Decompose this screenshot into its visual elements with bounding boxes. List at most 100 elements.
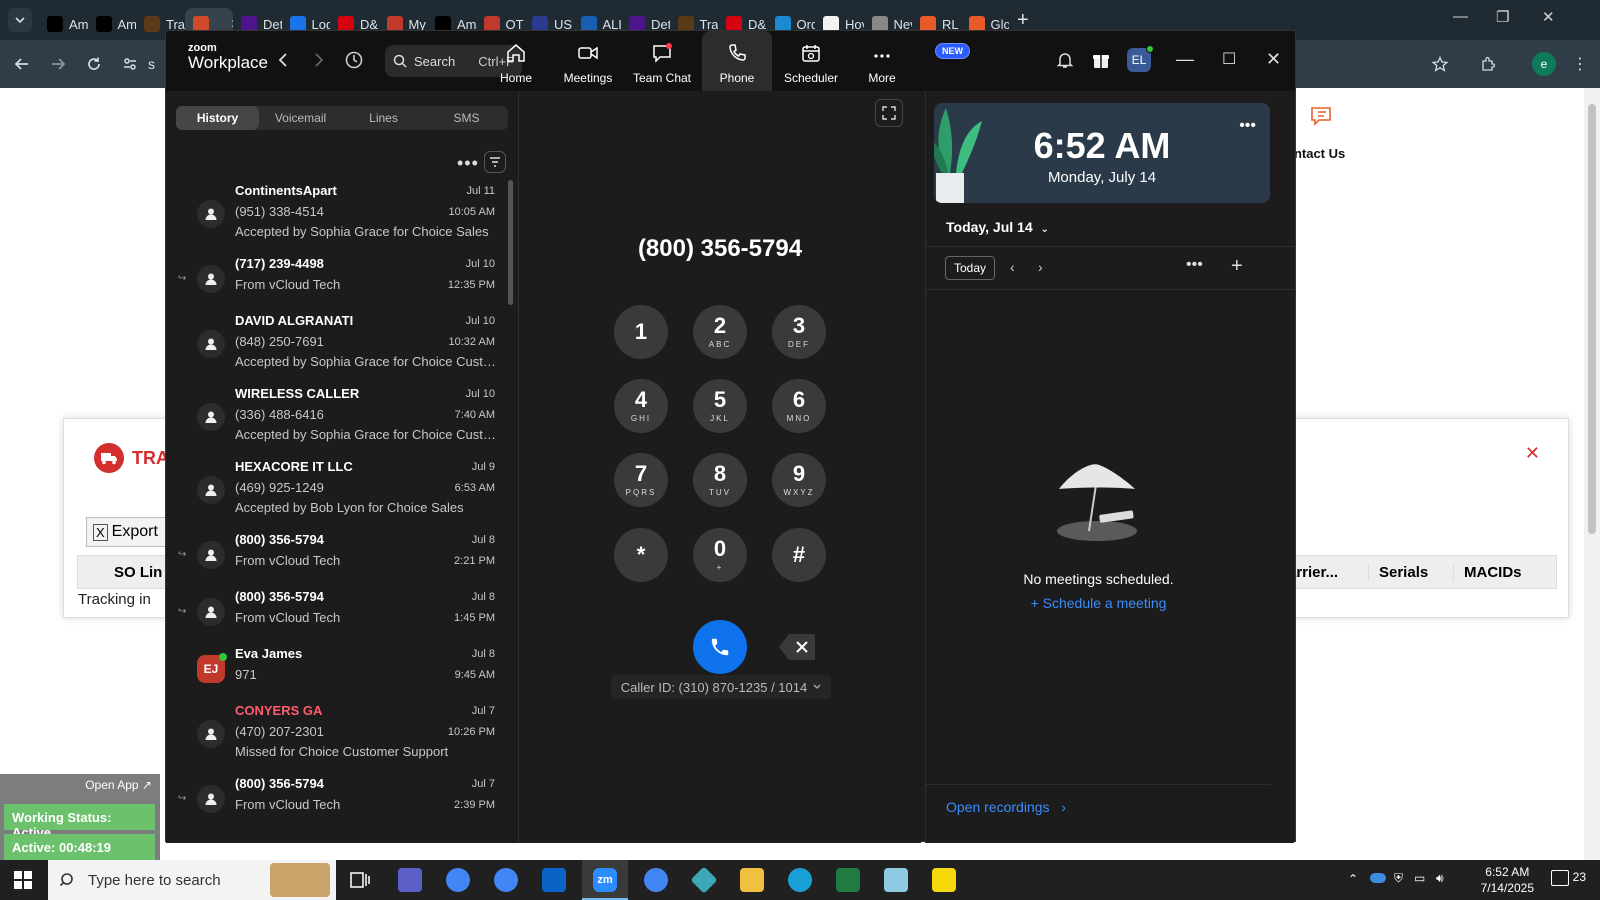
modal-close-icon[interactable]: ✕	[1525, 443, 1540, 464]
zoom-close-button[interactable]: ✕	[1266, 49, 1281, 70]
today-date-dropdown[interactable]: Today, Jul 14 ⌄	[946, 219, 1049, 235]
chrome-icon[interactable]	[446, 868, 470, 892]
bell-icon[interactable]	[1056, 51, 1074, 69]
export-button[interactable]: X Export	[86, 517, 171, 547]
call-history-item[interactable]: HEXACORE IT LLC Jul 9 (469) 925-1249 6:53 A…	[166, 459, 506, 532]
dial-key[interactable]: 6 MNO	[772, 379, 826, 433]
dial-key[interactable]: *	[614, 528, 668, 582]
page-scrollbar[interactable]	[1584, 88, 1600, 860]
backspace-button[interactable]	[777, 629, 817, 665]
browser-tab[interactable]: Am	[88, 8, 136, 40]
site-settings-icon[interactable]	[112, 46, 148, 82]
address-text[interactable]: s	[148, 56, 155, 72]
tab-lines[interactable]: Lines	[342, 106, 425, 130]
tab-history[interactable]: History	[176, 106, 259, 130]
call-history-item[interactable]: ↪ (800) 356-5794 Jul 8 From vCloud Tech 1:45…	[166, 589, 506, 646]
tab-voicemail[interactable]: Voicemail	[259, 106, 342, 130]
history-icon[interactable]	[344, 50, 364, 70]
gift-icon[interactable]	[1091, 50, 1111, 70]
windows-start-icon[interactable]	[14, 871, 32, 889]
extensions-icon[interactable]	[1470, 46, 1506, 82]
call-history-item[interactable]: ↪ (717) 239-4498 Jul 10 From vCloud Tech 12:…	[166, 256, 506, 313]
network-icon[interactable]: ▭	[1414, 871, 1425, 885]
browser-close-button[interactable]: ✕	[1542, 8, 1555, 26]
open-recordings-link[interactable]: Open recordings ›	[946, 799, 1066, 815]
dial-key[interactable]: 4 GHI	[614, 379, 668, 433]
outlook-icon[interactable]	[542, 868, 566, 892]
dial-key[interactable]: 8 TUV	[693, 453, 747, 507]
file-explorer-icon[interactable]	[740, 868, 764, 892]
dial-key[interactable]: 9 WXYZ	[772, 453, 826, 507]
today-button[interactable]: Today	[945, 256, 995, 280]
edge-icon[interactable]	[788, 868, 812, 892]
nav-phone[interactable]: Phone	[702, 31, 772, 91]
dial-key[interactable]: #	[772, 528, 826, 582]
call-history-item[interactable]: WIRELESS CALLER Jul 10 (336) 488-6416 7:40 …	[166, 386, 506, 459]
more-options-icon[interactable]: •••	[457, 153, 479, 174]
filter-icon[interactable]	[484, 151, 506, 173]
tab-search-dropdown[interactable]	[8, 8, 32, 32]
volume-icon[interactable]: 🔊︎	[1436, 871, 1444, 886]
notifications-icon[interactable]: 23	[1551, 870, 1586, 886]
browser-minimize-button[interactable]: —	[1453, 8, 1468, 25]
taskbar-search-box[interactable]: Type here to search	[48, 860, 336, 900]
browser-restore-button[interactable]: ❐	[1496, 8, 1509, 26]
more-options-icon[interactable]: •••	[1186, 256, 1203, 274]
call-history-item[interactable]: ↪ (800) 356-5794 Jul 7 From vCloud Tech 2:39…	[166, 776, 506, 833]
notepad-icon[interactable]	[884, 868, 908, 892]
teams-icon[interactable]	[398, 868, 422, 892]
add-event-icon[interactable]: +	[1231, 255, 1243, 278]
dial-key[interactable]: 3 DEF	[772, 305, 826, 359]
forward-icon[interactable]	[40, 46, 76, 82]
more-options-icon[interactable]: •••	[1239, 117, 1256, 135]
forward-icon[interactable]	[314, 53, 324, 67]
reload-icon[interactable]	[76, 46, 112, 82]
previous-day-icon[interactable]: ‹	[1010, 259, 1015, 275]
next-day-icon[interactable]: ›	[1038, 259, 1043, 275]
call-history-item[interactable]: ↪ (800) 356-5794 Jul 8 From vCloud Tech 2:21…	[166, 532, 506, 589]
dial-key[interactable]: 2 ABC	[693, 305, 747, 359]
bookmark-star-icon[interactable]	[1422, 46, 1458, 82]
caller-id-selector[interactable]: Caller ID: (310) 870-1235 / 1014	[611, 675, 831, 699]
open-app-link[interactable]: Open App ↗	[85, 778, 152, 792]
zoom-taskbar-button[interactable]: zm	[582, 860, 628, 900]
dial-key[interactable]: 1	[614, 305, 668, 359]
expand-icon[interactable]	[875, 99, 903, 127]
dial-key[interactable]: 5 JKL	[693, 379, 747, 433]
scrollbar-thumb[interactable]	[1588, 104, 1596, 534]
user-avatar[interactable]: EL	[1127, 45, 1154, 72]
dialed-number[interactable]: (800) 356-5794	[519, 235, 921, 263]
onedrive-icon[interactable]	[1370, 873, 1386, 883]
dial-key[interactable]: 0 +	[693, 528, 747, 582]
zoom-minimize-button[interactable]: —	[1176, 49, 1194, 70]
nav-meetings[interactable]: Meetings	[553, 31, 623, 91]
nav-team-chat[interactable]: Team Chat	[627, 31, 697, 91]
history-scrollbar[interactable]	[508, 180, 513, 305]
call-history-item[interactable]: CONYERS GA Jul 7 (470) 207-2301 10:26 PM Mis…	[166, 703, 506, 776]
chrome-icon[interactable]	[494, 868, 518, 892]
dial-key[interactable]: 7 PQRS	[614, 453, 668, 507]
excel-icon[interactable]	[836, 868, 860, 892]
nav-home[interactable]: Home	[481, 31, 551, 91]
column-header[interactable]: Serials	[1368, 564, 1428, 581]
chevron-up-icon[interactable]: ⌃	[1348, 872, 1358, 886]
profile-avatar[interactable]: e	[1532, 52, 1556, 76]
call-button[interactable]	[693, 620, 747, 674]
call-history-item[interactable]: DAVID ALGRANATI Jul 10 (848) 250-7691 10:32…	[166, 313, 506, 386]
zoom-maximize-button[interactable]: ☐	[1222, 49, 1236, 69]
back-icon[interactable]	[278, 53, 288, 67]
column-header[interactable]: SO Lin	[114, 564, 162, 581]
app-diamond-icon[interactable]	[690, 866, 718, 894]
new-tab-button[interactable]: +	[1017, 9, 1029, 32]
task-view-icon[interactable]	[348, 868, 372, 892]
taskbar-clock[interactable]: 6:52 AM 7/14/2025	[1481, 864, 1534, 896]
column-header[interactable]: MACIDs	[1453, 564, 1522, 581]
call-history-item[interactable]: ContinentsApart Jul 11 (951) 338-4514 10:05…	[166, 183, 506, 256]
security-icon[interactable]: ⛨	[1394, 871, 1403, 886]
browser-tab[interactable]: Am	[39, 8, 88, 40]
chrome-icon[interactable]	[644, 868, 668, 892]
nav-scheduler[interactable]: Scheduler	[776, 31, 846, 91]
sticky-notes-icon[interactable]	[932, 868, 956, 892]
nav-more[interactable]: More	[847, 31, 917, 91]
back-icon[interactable]	[4, 46, 40, 82]
